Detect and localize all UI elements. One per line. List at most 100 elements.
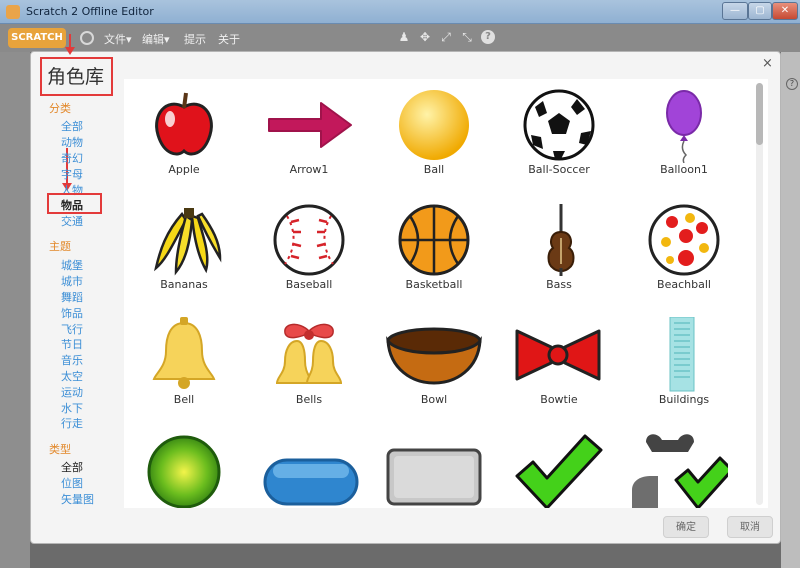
sprite-grid: Apple Arrow1 Ball Ball-Soccer Balloon1 B… (124, 79, 768, 508)
buildings-icon (669, 317, 695, 392)
bell-icon (152, 317, 216, 389)
sprite-tile-baseball[interactable]: Baseball (249, 194, 369, 302)
category-highlight-box (47, 193, 102, 214)
theme-walking[interactable]: 行走 (61, 415, 83, 431)
sprite-tile-gray-button[interactable] (374, 424, 494, 508)
sprite-tile-checkmark[interactable] (499, 424, 619, 508)
check-panel-icon (632, 434, 728, 508)
beachball-icon (648, 204, 720, 276)
sprite-name: Baseball (285, 278, 333, 291)
theme-holiday[interactable]: 节日 (61, 336, 83, 352)
ok-button[interactable]: 确定 (663, 516, 709, 538)
grid-scrollbar-thumb[interactable] (756, 83, 763, 145)
arrow-icon (268, 102, 352, 148)
shrink-icon[interactable]: ⤡ (460, 30, 474, 44)
category-transportation[interactable]: 交通 (61, 213, 83, 229)
category-letters[interactable]: 字母 (61, 166, 83, 182)
scripts-panel-background (781, 52, 800, 568)
annotation-arrow-line-1 (69, 34, 71, 48)
cut-icon[interactable]: ✥ (418, 30, 432, 44)
sprite-tile-arrow1[interactable]: Arrow1 (249, 79, 369, 187)
theme-castle[interactable]: 城堡 (61, 257, 83, 273)
category-animals[interactable]: 动物 (61, 134, 83, 150)
theme-space[interactable]: 太空 (61, 368, 83, 384)
minimize-button[interactable]: — (722, 2, 748, 20)
sprite-tile-bell[interactable]: Bell (124, 309, 244, 417)
theme-dress-up[interactable]: 饰品 (61, 305, 83, 321)
basketball-icon (398, 204, 470, 276)
sprite-library-dialog: 角色库 × 分类 全部 动物 奇幻 字母 人物 物品 交通 主题 城堡 城市 舞… (30, 34, 781, 544)
sprite-tile-bowtie[interactable]: Bowtie (499, 309, 619, 417)
type-heading: 类型 (49, 443, 71, 456)
maximize-button[interactable]: ▢ (748, 2, 772, 20)
menu-about[interactable]: 关于 (218, 31, 240, 47)
category-fantasy[interactable]: 奇幻 (61, 150, 83, 166)
bowtie-icon (515, 329, 601, 381)
type-vector[interactable]: 矢量图 (61, 491, 94, 507)
sprite-tile-bananas[interactable]: Bananas (124, 194, 244, 302)
balloon-icon (666, 90, 702, 163)
soccer-ball-icon (523, 89, 595, 161)
sprite-name: Buildings (658, 393, 710, 406)
sprite-tile-apple[interactable]: Apple (124, 79, 244, 187)
theme-sports[interactable]: 运动 (61, 384, 83, 400)
sprite-name: Bells (295, 393, 323, 406)
menu-edit[interactable]: 编辑▾ (142, 31, 170, 47)
sprite-name: Basketball (405, 278, 463, 291)
sprite-name: Beachball (657, 278, 711, 291)
ball-icon (399, 90, 469, 160)
menu-file[interactable]: 文件▾ (104, 31, 132, 47)
close-window-button[interactable]: ✕ (772, 2, 798, 20)
sprite-name: Bananas (160, 278, 208, 291)
type-all[interactable]: 全部 (61, 459, 83, 475)
theme-underwater[interactable]: 水下 (61, 400, 83, 416)
sprite-name: Bell (173, 393, 195, 406)
sprite-tile-buildings[interactable]: Buildings (624, 309, 744, 417)
sprite-tile-basketball[interactable]: Basketball (374, 194, 494, 302)
sprite-tile-check-panel[interactable] (624, 424, 744, 508)
menu-tips[interactable]: 提示 (184, 31, 206, 47)
theme-city[interactable]: 城市 (61, 273, 83, 289)
sprite-name: Arrow1 (289, 163, 329, 176)
stamp-icon[interactable]: ♟ (397, 30, 411, 44)
sprite-tile-bass[interactable]: Bass (499, 194, 619, 302)
bananas-icon (154, 208, 222, 276)
dialog-close-button[interactable]: × (762, 56, 773, 71)
cancel-button[interactable]: 取消 (727, 516, 773, 538)
sprite-name: Bass (546, 278, 572, 291)
grow-icon[interactable]: ⤢ (439, 30, 453, 44)
theme-flying[interactable]: 飞行 (61, 321, 83, 337)
sprite-name: Ball (423, 163, 445, 176)
gray-button-icon (386, 448, 482, 506)
type-bitmap[interactable]: 位图 (61, 475, 83, 491)
sprite-tile-green-button[interactable] (124, 424, 244, 508)
theme-music[interactable]: 音乐 (61, 352, 83, 368)
sprite-tile-ball[interactable]: Ball (374, 79, 494, 187)
sprite-tile-beachball[interactable]: Beachball (624, 194, 744, 302)
scratch-app-icon (6, 5, 20, 19)
baseball-icon (273, 204, 345, 276)
window-title-bar: Scratch 2 Offline Editor — ▢ ✕ (0, 0, 800, 24)
window-title: Scratch 2 Offline Editor (26, 5, 154, 18)
bowl-icon (386, 327, 482, 385)
sprite-tile-ball-soccer[interactable]: Ball-Soccer (499, 79, 619, 187)
theme-dance[interactable]: 舞蹈 (61, 289, 83, 305)
sprite-tile-blue-button[interactable] (249, 424, 369, 508)
green-ball-icon (147, 435, 221, 508)
sprite-tile-bowl[interactable]: Bowl (374, 309, 494, 417)
scratch-logo[interactable]: SCRATCH (8, 28, 66, 48)
globe-icon[interactable] (80, 31, 94, 45)
sprite-tile-balloon1[interactable]: Balloon1 (624, 79, 744, 187)
bells-icon (275, 323, 343, 384)
grid-scrollbar-track[interactable] (756, 83, 763, 505)
bass-icon (547, 204, 575, 276)
category-all[interactable]: 全部 (61, 118, 83, 134)
category-heading: 分类 (49, 102, 71, 115)
check-icon (515, 434, 603, 508)
blue-button-icon (263, 458, 359, 506)
sprite-name: Bowl (420, 393, 448, 406)
scripts-help-icon[interactable]: ? (786, 78, 798, 90)
help-icon[interactable]: ? (481, 30, 495, 44)
sprite-name: Ball-Soccer (528, 163, 590, 176)
sprite-tile-bells[interactable]: Bells (249, 309, 369, 417)
